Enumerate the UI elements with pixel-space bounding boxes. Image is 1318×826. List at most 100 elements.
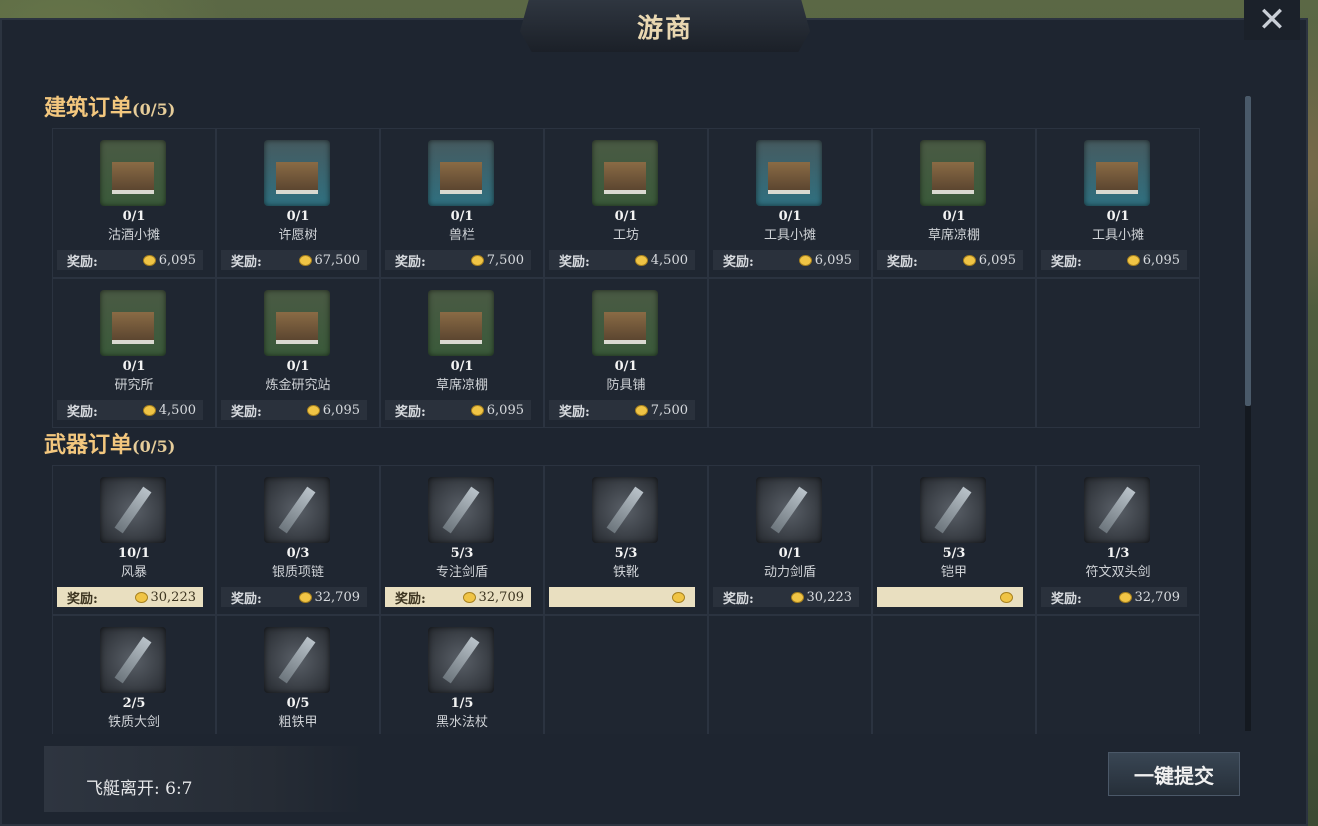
empty-order-slot bbox=[544, 615, 708, 734]
gold-coin-icon bbox=[142, 254, 156, 266]
reward-bar: 奖励: 6,095 bbox=[1041, 250, 1187, 270]
weapon-orders-grid: 10/1 风暴 奖励: 30,223 0/3 银质项链 奖励: 32,709 5/3 专注剑盾 奖励… bbox=[52, 465, 1200, 734]
building-thumbnail-icon bbox=[592, 140, 658, 206]
section-count: (0/5) bbox=[132, 437, 176, 456]
gold-coin-icon bbox=[1118, 591, 1132, 603]
scroll-thumb[interactable] bbox=[1245, 96, 1251, 406]
submit-all-button[interactable]: 一键提交 bbox=[1108, 752, 1240, 796]
departure-info: 飞艇离开: 6:7 bbox=[44, 746, 364, 812]
armor-icon bbox=[920, 477, 986, 543]
building-thumbnail-icon bbox=[428, 140, 494, 206]
order-card[interactable]: 0/1 防具铺 奖励: 7,500 bbox=[544, 278, 708, 428]
reward-bar: 奖励: 30,223 bbox=[57, 587, 203, 607]
order-card[interactable]: 0/1 工具小摊 奖励: 6,095 bbox=[1036, 128, 1200, 278]
reward-label: 奖励: bbox=[1051, 254, 1082, 270]
order-card[interactable]: 0/1 许愿树 奖励: 67,500 bbox=[216, 128, 380, 278]
close-icon: ✕ bbox=[1257, 0, 1287, 40]
gold-coin-icon bbox=[634, 254, 648, 266]
order-card[interactable]: 0/1 沽酒小摊 奖励: 6,095 bbox=[52, 128, 216, 278]
order-card[interactable]: 1/5 黑水法杖 bbox=[380, 615, 544, 734]
order-card[interactable]: 5/3 铁靴 bbox=[544, 465, 708, 615]
order-progress: 0/1 bbox=[286, 209, 310, 224]
reward-bar: 奖励: 6,095 bbox=[385, 400, 531, 420]
scrollbar[interactable] bbox=[1245, 96, 1251, 731]
reward-bar: 奖励: 6,095 bbox=[877, 250, 1023, 270]
order-card[interactable]: 0/1 炼金研究站 奖励: 6,095 bbox=[216, 278, 380, 428]
gold-coin-icon bbox=[1000, 591, 1013, 603]
order-progress: 0/1 bbox=[614, 209, 638, 224]
order-item-name: 专注剑盾 bbox=[435, 565, 488, 580]
reward-label: 奖励: bbox=[723, 591, 754, 607]
order-item-name: 银质项链 bbox=[271, 565, 324, 580]
order-progress: 0/1 bbox=[286, 359, 310, 374]
reward-value: 30,223 bbox=[806, 589, 853, 605]
empty-order-slot bbox=[1036, 615, 1200, 734]
order-item-name: 草席凉棚 bbox=[927, 228, 980, 243]
order-item-name: 草席凉棚 bbox=[435, 378, 488, 393]
order-item-name: 工坊 bbox=[612, 228, 639, 243]
order-card[interactable]: 0/3 银质项链 奖励: 32,709 bbox=[216, 465, 380, 615]
reward-value: 4,500 bbox=[158, 402, 196, 418]
building-thumbnail-icon bbox=[1084, 140, 1150, 206]
reward-label: 奖励: bbox=[67, 591, 98, 607]
reward-label: 奖励: bbox=[67, 404, 98, 420]
reward-label: 奖励: bbox=[231, 591, 262, 607]
order-progress: 1/5 bbox=[450, 696, 474, 711]
order-progress: 5/3 bbox=[450, 546, 474, 561]
order-item-name: 许愿树 bbox=[278, 228, 318, 243]
submit-all-label: 一键提交 bbox=[1134, 763, 1214, 788]
staff-icon bbox=[428, 627, 494, 693]
double-sword-icon bbox=[1084, 477, 1150, 543]
empty-order-slot bbox=[708, 278, 872, 428]
necklace-icon bbox=[264, 477, 330, 543]
order-item-name: 动力剑盾 bbox=[763, 565, 816, 580]
gold-coin-icon bbox=[634, 404, 648, 416]
order-card[interactable]: 0/1 草席凉棚 奖励: 6,095 bbox=[872, 128, 1036, 278]
order-item-name: 铁靴 bbox=[612, 565, 639, 580]
order-card[interactable]: 0/1 工具小摊 奖励: 6,095 bbox=[708, 128, 872, 278]
reward-bar: 奖励: 6,095 bbox=[57, 250, 203, 270]
order-card[interactable]: 10/1 风暴 奖励: 30,223 bbox=[52, 465, 216, 615]
building-thumbnail-icon bbox=[920, 140, 986, 206]
order-item-name: 兽栏 bbox=[448, 228, 475, 243]
gold-coin-icon bbox=[306, 404, 320, 416]
building-thumbnail-icon bbox=[756, 140, 822, 206]
empty-order-slot bbox=[872, 278, 1036, 428]
order-card[interactable]: 0/1 工坊 奖励: 4,500 bbox=[544, 128, 708, 278]
reward-label: 奖励: bbox=[723, 254, 754, 270]
gold-coin-icon bbox=[142, 404, 156, 416]
order-card[interactable]: 0/5 粗铁甲 bbox=[216, 615, 380, 734]
building-thumbnail-icon bbox=[592, 290, 658, 356]
title-banner: 游商 bbox=[520, 0, 810, 52]
order-card[interactable]: 0/1 草席凉棚奖励: 6,095 bbox=[380, 278, 544, 428]
reward-bar: 奖励: 32,709 bbox=[1041, 587, 1187, 607]
order-progress: 0/1 bbox=[450, 359, 474, 374]
reward-value: 6,095 bbox=[814, 252, 852, 268]
reward-label: 奖励: bbox=[67, 254, 98, 270]
gold-coin-icon bbox=[798, 254, 812, 266]
order-item-name: 铠甲 bbox=[940, 565, 967, 580]
order-item-name: 工具小摊 bbox=[763, 228, 816, 243]
gold-coin-icon bbox=[134, 591, 148, 603]
order-item-name: 研究所 bbox=[114, 378, 154, 393]
sword-shield-icon bbox=[428, 477, 494, 543]
orders-scroll-area[interactable]: 建筑订单(0/5) 0/1 沽酒小摊 奖励: 6,095 0/1 许愿树 奖励: 67,500… bbox=[38, 84, 1252, 734]
gold-coin-icon bbox=[790, 591, 804, 603]
order-progress: 2/5 bbox=[122, 696, 146, 711]
building-orders-title: 建筑订单(0/5) bbox=[44, 90, 175, 122]
order-card[interactable]: 2/5 铁质大剑 bbox=[52, 615, 216, 734]
close-button[interactable]: ✕ bbox=[1244, 0, 1300, 40]
reward-value: 6,095 bbox=[322, 402, 360, 418]
building-thumbnail-icon bbox=[100, 290, 166, 356]
order-card[interactable]: 5/3 铠甲 bbox=[872, 465, 1036, 615]
order-card[interactable]: 5/3 专注剑盾 奖励: 32,709 bbox=[380, 465, 544, 615]
reward-bar: 奖励: 6,095 bbox=[221, 400, 367, 420]
order-card[interactable]: 0/1 兽栏 奖励: 7,500 bbox=[380, 128, 544, 278]
blue-blade-icon bbox=[100, 477, 166, 543]
order-card[interactable]: 0/1 动力剑盾 奖励: 30,223 bbox=[708, 465, 872, 615]
order-card[interactable]: 0/1 研究所 奖励: 4,500 bbox=[52, 278, 216, 428]
order-progress: 5/3 bbox=[614, 546, 638, 561]
order-card[interactable]: 1/3 符文双头剑 奖励: 32,709 bbox=[1036, 465, 1200, 615]
reward-value: 32,709 bbox=[314, 589, 361, 605]
weapon-orders-title: 武器订单(0/5) bbox=[44, 427, 175, 459]
